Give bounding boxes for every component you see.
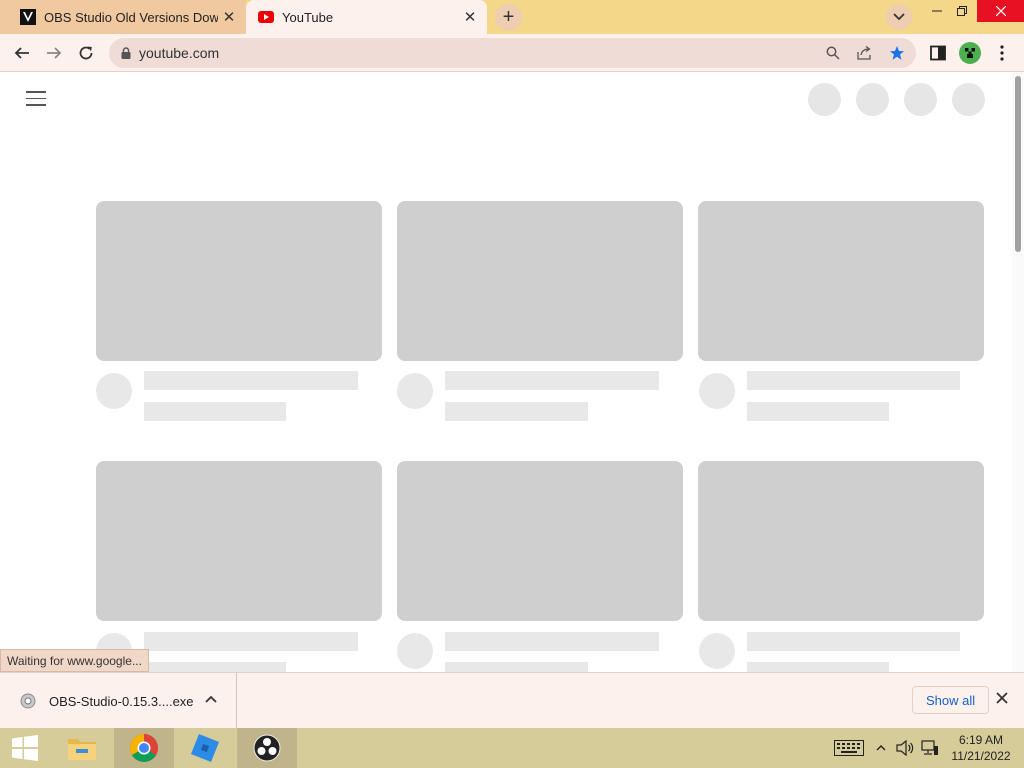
restore-button[interactable] (947, 0, 977, 22)
obs-icon (253, 734, 281, 762)
video-title-placeholder (747, 632, 960, 651)
video-title-placeholder (144, 632, 358, 651)
start-icon (12, 735, 38, 761)
tab-title: OBS Studio Old Versions Downlo (44, 9, 218, 25)
volume-button[interactable] (894, 728, 916, 768)
tab-close-icon[interactable]: ✕ (218, 8, 240, 26)
close-icon (995, 6, 1006, 16)
forward-arrow-icon (47, 47, 62, 59)
roblox-studio-icon (191, 734, 219, 762)
keyboard-icon (834, 740, 864, 756)
channel-avatar-placeholder (96, 373, 132, 409)
screen: OBS Studio Old Versions Downlo ✕ YouTube… (0, 0, 1024, 768)
close-download-bar-icon[interactable] (996, 688, 1008, 709)
network-button[interactable] (918, 728, 942, 768)
header-placeholder-circle (952, 83, 985, 116)
video-title-placeholder (747, 371, 960, 390)
video-thumbnail-placeholder (96, 201, 382, 361)
chrome-icon (130, 734, 158, 762)
chevron-down-icon (893, 13, 905, 21)
tab-close-icon[interactable]: ✕ (459, 8, 481, 26)
header-placeholder-circle (856, 83, 889, 116)
chevron-up-icon (876, 745, 886, 751)
browser-menu-button[interactable] (988, 39, 1016, 67)
video-thumbnail-placeholder (698, 201, 984, 361)
lock-icon (121, 47, 131, 59)
taskbar-obs[interactable] (237, 728, 297, 768)
clock-date: 11/21/2022 (951, 749, 1011, 763)
chevron-up-icon[interactable] (205, 692, 217, 706)
address-bar[interactable]: youtube.com (109, 38, 916, 68)
side-panel-icon (930, 45, 946, 61)
download-item[interactable]: OBS-Studio-0.15.3....exe (0, 673, 237, 729)
side-panel-button[interactable] (924, 39, 952, 67)
channel-avatar-placeholder (397, 633, 433, 669)
creeper-avatar-icon (959, 42, 981, 64)
forward-button[interactable] (40, 39, 68, 67)
tab-search-button[interactable] (886, 4, 912, 30)
video-title-placeholder (445, 632, 659, 651)
video-meta-placeholder (747, 402, 889, 421)
tab-youtube[interactable]: YouTube ✕ (246, 0, 487, 34)
reload-icon (79, 46, 93, 60)
bookmark-star-icon[interactable] (889, 45, 905, 61)
url-text: youtube.com (139, 45, 220, 61)
channel-avatar-placeholder (397, 373, 433, 409)
header-placeholder-circle (808, 83, 841, 116)
channel-avatar-placeholder (699, 373, 735, 409)
restore-icon (957, 6, 967, 16)
video-title-placeholder (144, 371, 358, 390)
start-button[interactable] (0, 728, 50, 768)
close-window-button[interactable] (977, 0, 1024, 22)
video-meta-placeholder (747, 662, 889, 672)
header-placeholder-circle (904, 83, 937, 116)
download-filename: OBS-Studio-0.15.3....exe (49, 693, 194, 709)
browser-toolbar: youtube.com (0, 34, 1024, 72)
video-meta-placeholder (445, 402, 588, 421)
video-thumbnail-placeholder (397, 201, 683, 361)
minimize-icon (932, 10, 942, 12)
back-arrow-icon (14, 47, 29, 59)
show-all-downloads-button[interactable]: Show all (912, 686, 990, 714)
taskbar-chrome[interactable] (114, 728, 174, 768)
hamburger-menu-icon[interactable] (26, 91, 46, 106)
scrollbar-thumb[interactable] (1015, 76, 1021, 252)
touch-keyboard-button[interactable] (832, 728, 866, 768)
search-icon[interactable] (825, 45, 841, 61)
profile-avatar[interactable] (956, 39, 984, 67)
new-tab-button[interactable]: + (495, 4, 522, 31)
reload-button[interactable] (72, 39, 100, 67)
v-logo-icon (20, 9, 36, 25)
kebab-menu-icon (1000, 45, 1004, 61)
file-explorer-icon (68, 739, 96, 760)
volume-icon (896, 740, 914, 756)
network-icon (921, 740, 938, 755)
exe-file-icon (20, 693, 36, 709)
page-content (0, 72, 1012, 672)
share-icon[interactable] (857, 45, 873, 61)
tab-strip: OBS Studio Old Versions Downlo ✕ YouTube… (0, 0, 1024, 34)
video-meta-placeholder (144, 662, 286, 672)
taskbar-file-explorer[interactable] (52, 728, 112, 768)
back-button[interactable] (8, 39, 36, 67)
channel-avatar-placeholder (699, 633, 735, 669)
system-clock[interactable]: 6:19 AM 11/21/2022 (946, 732, 1016, 764)
youtube-icon (258, 9, 274, 25)
download-bar: OBS-Studio-0.15.3....exe Show all (0, 672, 1024, 729)
video-thumbnail-placeholder (96, 461, 382, 621)
video-meta-placeholder (144, 402, 286, 421)
windows-taskbar: 6:19 AM 11/21/2022 (0, 728, 1024, 768)
tab-title: YouTube (282, 9, 334, 25)
clock-time: 6:19 AM (958, 733, 1004, 747)
video-title-placeholder (445, 371, 659, 390)
taskbar-roblox-studio[interactable] (175, 728, 235, 768)
video-thumbnail-placeholder (698, 461, 984, 621)
video-thumbnail-placeholder (397, 461, 683, 621)
status-bubble: Waiting for www.google... (0, 649, 149, 672)
video-meta-placeholder (445, 662, 588, 672)
page-scrollbar[interactable] (1012, 72, 1024, 672)
show-hidden-icons-button[interactable] (872, 728, 890, 768)
tab-obs-versions[interactable]: OBS Studio Old Versions Downlo ✕ (0, 0, 246, 34)
